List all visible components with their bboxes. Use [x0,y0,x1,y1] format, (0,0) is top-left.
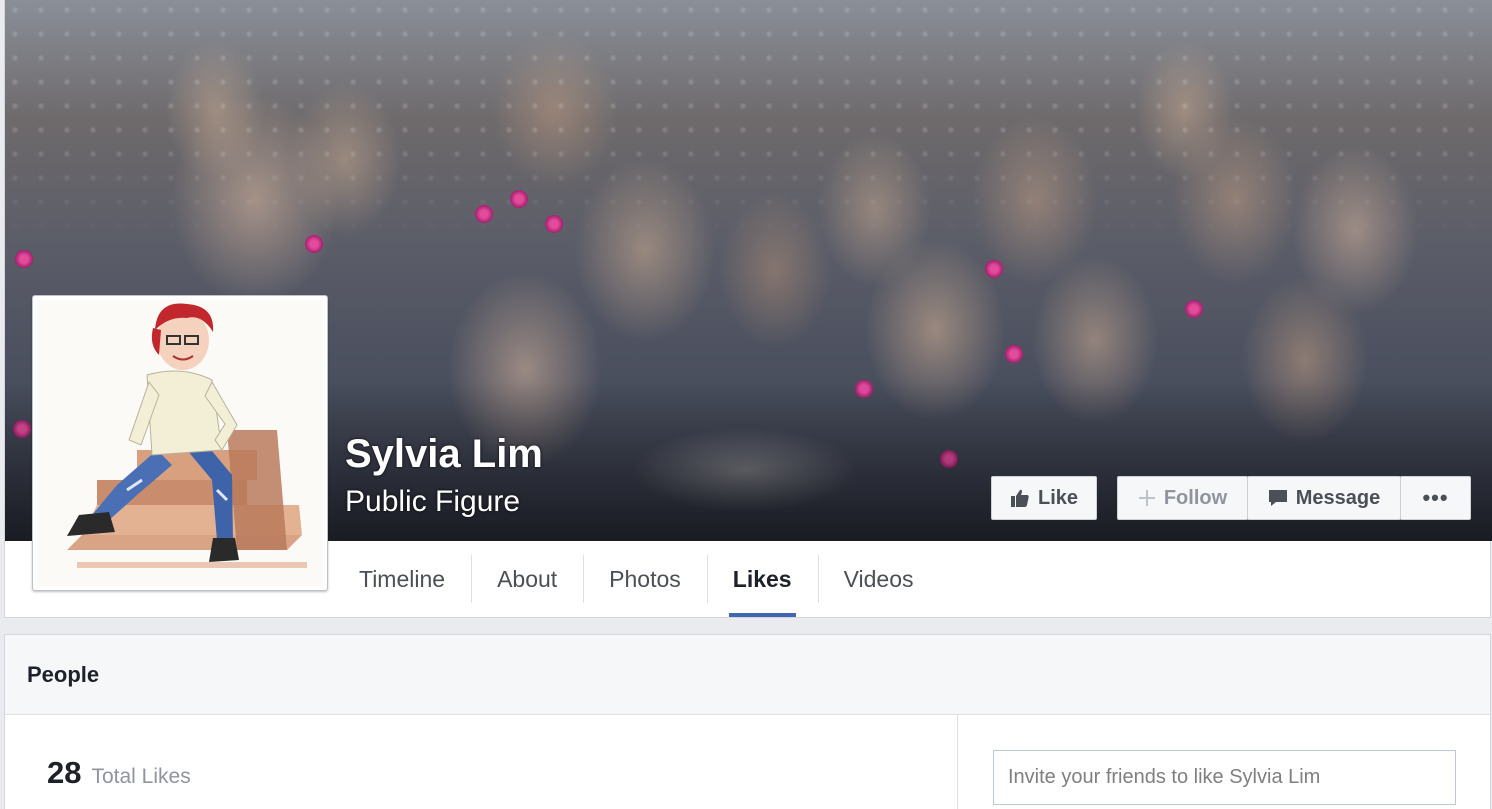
people-heading: People [5,635,1490,715]
caricature-illustration [67,303,307,568]
profile-picture[interactable] [32,295,328,591]
speech-bubble-icon [1268,490,1287,506]
follow-button[interactable]: Follow [1117,476,1248,520]
message-button[interactable]: Message [1247,476,1401,520]
follow-button-label: Follow [1163,486,1228,509]
profile-name[interactable]: Sylvia Lim [345,432,543,477]
plus-icon [1138,490,1155,506]
page: Sylvia Lim Public Figure Like Follow Mes… [0,0,1492,809]
more-options-button[interactable]: ••• [1400,476,1471,520]
tab-about[interactable]: About [471,541,583,617]
tab-photos[interactable]: Photos [583,541,707,617]
profile-category[interactable]: Public Figure [345,485,520,519]
like-button[interactable]: Like [991,476,1097,520]
invite-friends-input[interactable] [993,750,1456,805]
tab-likes[interactable]: Likes [706,541,818,617]
tab-videos[interactable]: Videos [817,541,940,617]
like-button-label: Like [1037,486,1079,509]
avatar [37,300,323,586]
message-button-label: Message [1295,486,1381,509]
ellipsis-icon: ••• [1422,485,1449,510]
profile-header-card: Sylvia Lim Public Figure Like Follow Mes… [4,0,1492,618]
thumbs-up-icon [1010,489,1029,507]
profile-tabs: Timeline About Photos Likes Videos [333,541,940,617]
people-section: People 28 Total Likes [4,634,1491,809]
total-likes-count: 28 [47,755,82,790]
divider [957,714,958,809]
tab-timeline[interactable]: Timeline [333,541,471,617]
total-likes: 28 Total Likes [47,755,191,791]
total-likes-label: Total Likes [91,765,191,788]
